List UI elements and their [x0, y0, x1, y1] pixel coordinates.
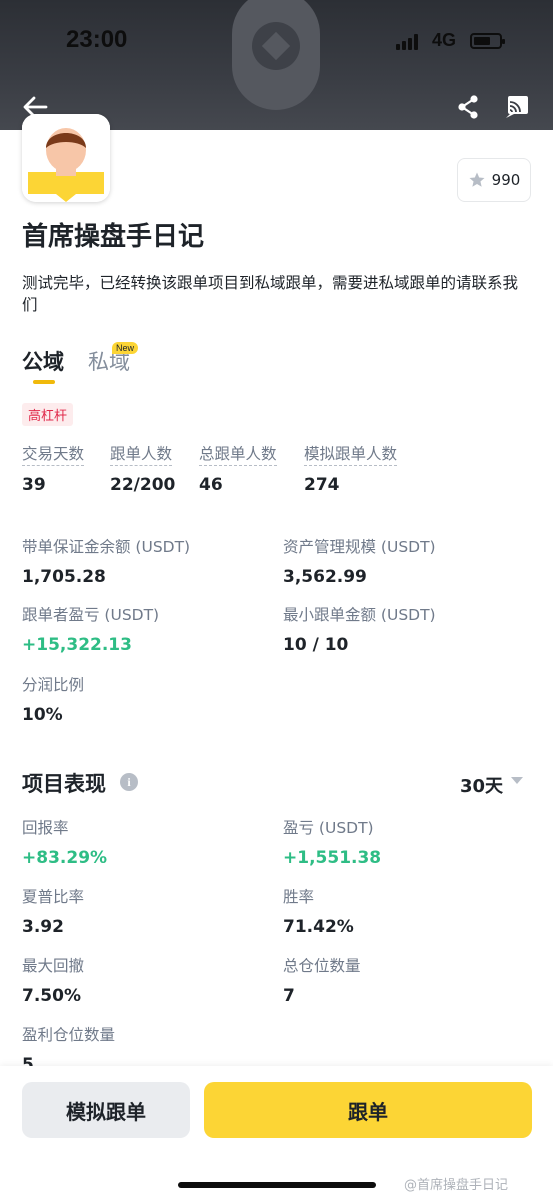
simulate-copy-button[interactable]: 模拟跟单 [22, 1082, 190, 1138]
value-max-drawdown: 7.50% [22, 986, 81, 1006]
new-badge: New [112, 342, 139, 354]
label-aum: 资产管理规模 (USDT) [283, 538, 436, 556]
stat-value-trading-days: 39 [22, 475, 46, 495]
performance-title: 项目表现 [22, 772, 106, 796]
battery-icon [470, 33, 505, 49]
copy-trade-button[interactable]: 跟单 [204, 1082, 532, 1138]
label-profit-share: 分润比例 [22, 676, 85, 694]
value-copier-pnl: +15,322.13 [22, 635, 132, 655]
value-sharpe: 3.92 [22, 917, 64, 937]
value-min-copy-amount: 10 / 10 [283, 635, 349, 655]
share-button[interactable] [456, 94, 480, 120]
value-pnl: +1,551.38 [283, 848, 382, 868]
period-selector[interactable]: 30天 [460, 772, 503, 798]
stat-label-mock-copiers[interactable]: 模拟跟单人数 [304, 442, 398, 466]
high-leverage-tag: 高杠杆 [22, 403, 74, 426]
home-indicator[interactable] [178, 1182, 376, 1188]
favorite-button[interactable]: 990 [457, 158, 531, 202]
status-time: 23:00 [66, 26, 128, 53]
stat-value-mock-copiers: 274 [304, 475, 340, 495]
label-roi: 回报率 [22, 819, 69, 837]
stat-value-copiers: 22/200 [110, 475, 176, 495]
label-win-rate: 胜率 [283, 888, 315, 906]
tab-public[interactable]: 公域 [22, 346, 64, 376]
stat-label-total-copiers[interactable]: 总跟单人数 [199, 442, 277, 466]
star-icon [469, 172, 485, 187]
trader-description: 测试完毕，已经转换该跟单项目到私域跟单，需要进私域跟单的请联系我们 [22, 274, 519, 314]
label-min-copy-amount: 最小跟单金额 (USDT) [283, 606, 436, 624]
signal-icon [396, 34, 422, 50]
value-profit-share: 10% [22, 705, 63, 725]
label-sharpe: 夏普比率 [22, 888, 85, 906]
label-max-drawdown: 最大回撤 [22, 957, 85, 975]
cast-button[interactable] [506, 94, 530, 118]
favorite-count: 990 [491, 171, 521, 189]
trader-name: 首席操盘手日记 [22, 222, 205, 252]
value-total-positions: 7 [283, 986, 295, 1006]
share-icon [458, 95, 478, 119]
label-profitable-positions: 盈利仓位数量 [22, 1026, 116, 1044]
label-total-positions: 总仓位数量 [283, 957, 361, 975]
avatar [22, 114, 110, 202]
stat-label-copiers[interactable]: 跟单人数 [110, 442, 173, 466]
active-tab-indicator [33, 380, 55, 384]
stat-value-total-copiers: 46 [199, 475, 223, 495]
label-pnl: 盈亏 (USDT) [283, 819, 374, 837]
avatar-image [22, 114, 110, 202]
value-margin-balance: 1,705.28 [22, 567, 106, 587]
network-type: 4G [432, 30, 457, 50]
label-margin-balance: 带单保证金余额 (USDT) [22, 538, 191, 556]
value-win-rate: 71.42% [283, 917, 354, 937]
value-roi: +83.29% [22, 848, 108, 868]
cast-icon [506, 96, 528, 118]
info-icon[interactable]: i [120, 773, 138, 791]
watermark: @首席操盘手日记 [404, 1178, 509, 1193]
label-copier-pnl: 跟单者盈亏 (USDT) [22, 606, 160, 624]
caret-down-icon[interactable] [511, 777, 523, 784]
stat-label-trading-days[interactable]: 交易天数 [22, 442, 85, 466]
value-aum: 3,562.99 [283, 567, 367, 587]
